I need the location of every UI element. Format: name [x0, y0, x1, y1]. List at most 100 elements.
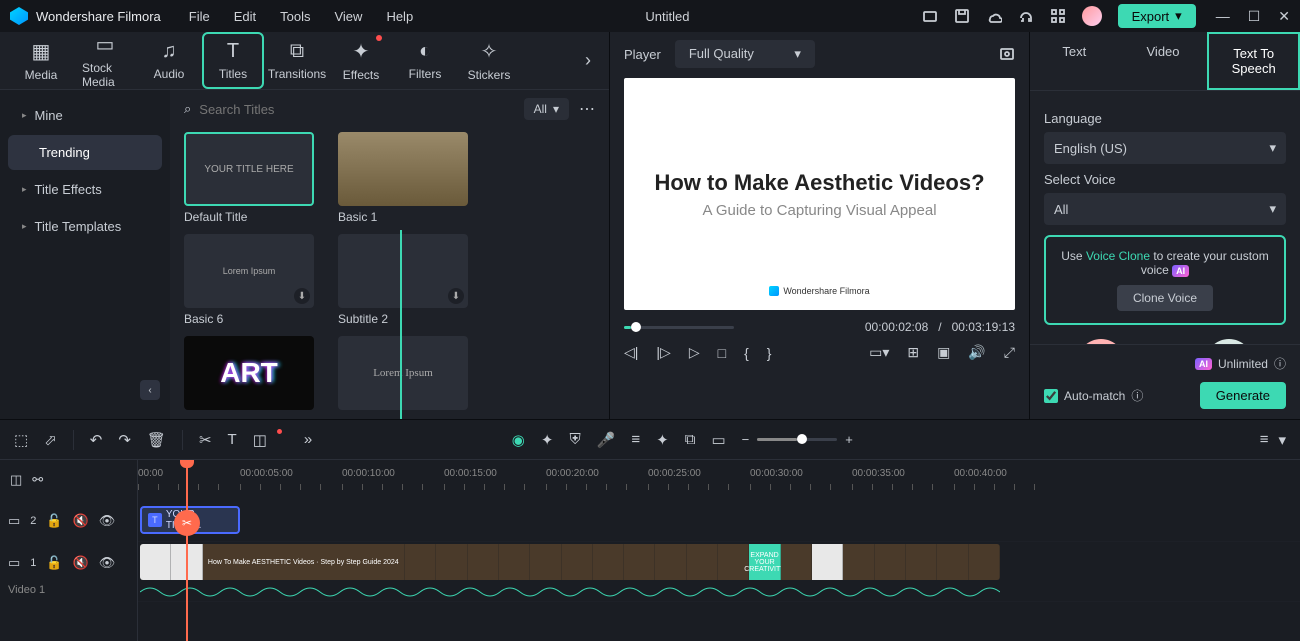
apps-icon[interactable] [1050, 8, 1066, 24]
tab-text[interactable]: Text [1030, 32, 1119, 90]
tab-filters[interactable]: ◐Filters [394, 34, 456, 87]
time-ruler[interactable]: 00:0000:00:05:0000:00:10:0000:00:15:0000… [138, 460, 1300, 500]
headphones-icon[interactable] [1018, 8, 1034, 24]
tile-subtitle2[interactable]: ⬇ Subtitle 2 [338, 234, 468, 326]
close-button[interactable]: ✕ [1278, 8, 1290, 25]
camera-button[interactable]: ▣ [937, 344, 950, 361]
cut-indicator[interactable]: ✂ [174, 510, 200, 536]
sparkle-tool[interactable]: ✦ [541, 431, 554, 449]
scrub-handle[interactable] [631, 322, 641, 332]
mute-icon[interactable]: 🔇 [73, 555, 89, 571]
snap-button[interactable]: ◫ [10, 472, 22, 488]
sidebar-collapse-button[interactable]: ‹ [140, 380, 160, 400]
filter-dropdown[interactable]: All▾ [524, 98, 569, 120]
next-frame-button[interactable]: |▷ [656, 344, 670, 361]
mark-out-button[interactable]: } [767, 345, 772, 361]
minimize-button[interactable]: ― [1216, 8, 1230, 25]
more-tabs-button[interactable]: › [577, 50, 599, 71]
track-1[interactable]: How To Make AESTHETIC Videos · Step by S… [138, 542, 1300, 602]
mark-in-button[interactable]: { [744, 345, 749, 361]
menu-file[interactable]: File [189, 9, 210, 24]
voice-filter-dropdown[interactable]: All▾ [1044, 193, 1286, 225]
redo-button[interactable]: ↷ [118, 431, 131, 449]
timeline-tracks[interactable]: 00:0000:00:05:0000:00:10:0000:00:15:0000… [138, 460, 1300, 641]
sidebar-item-mine[interactable]: ▸Mine [8, 98, 162, 133]
link-button[interactable]: ⚯ [32, 472, 43, 488]
volume-button[interactable]: 🔊 [968, 344, 985, 361]
marker-tool[interactable]: ✦ [656, 431, 669, 449]
export-button[interactable]: Export ▾ [1118, 4, 1196, 28]
prev-frame-button[interactable]: ◁| [624, 344, 638, 361]
undo-button[interactable]: ↶ [90, 431, 103, 449]
ai-tool[interactable]: ◉ [512, 431, 525, 449]
group-tool[interactable]: ⧉ [685, 431, 696, 448]
video-clip[interactable]: How To Make AESTHETIC Videos · Step by S… [140, 544, 1000, 580]
stop-button[interactable]: □ [718, 345, 726, 361]
user-avatar[interactable] [1082, 6, 1102, 26]
playhead[interactable] [186, 460, 188, 641]
tile-basic1[interactable]: Basic 1 [338, 132, 468, 224]
tile-default-title[interactable]: YOUR TITLE HERE Default Title [184, 132, 314, 224]
tab-text-to-speech[interactable]: Text To Speech [1207, 32, 1300, 90]
more-options-button[interactable]: ⋯ [579, 99, 595, 119]
select-tool[interactable]: ⬀ [44, 431, 57, 449]
pointer-tool[interactable]: ⬚ [14, 431, 28, 449]
ratio-button[interactable]: ▭▾ [869, 344, 889, 361]
screen-icon[interactable] [922, 8, 938, 24]
play-button[interactable]: ▷ [689, 344, 700, 361]
tile-basic6[interactable]: Lorem Ipsum⬇ Basic 6 [184, 234, 314, 326]
quality-dropdown[interactable]: Full Quality▾ [675, 40, 815, 68]
frame-tool[interactable]: ▭ [711, 431, 725, 449]
language-dropdown[interactable]: English (US)▾ [1044, 132, 1286, 164]
tab-effects[interactable]: ✦Effects [330, 33, 392, 88]
track-2[interactable]: T YOUR TITLE... [138, 500, 1300, 542]
shield-tool[interactable]: ⛨ [569, 431, 580, 448]
scrub-track[interactable] [624, 326, 734, 329]
lock-icon[interactable]: 🔓 [46, 555, 62, 571]
mute-icon[interactable]: 🔇 [73, 513, 89, 529]
zoom-slider[interactable] [757, 438, 837, 441]
tab-titles[interactable]: TTitles [202, 32, 264, 89]
tab-video[interactable]: Video [1119, 32, 1208, 90]
generate-button[interactable]: Generate [1200, 382, 1286, 409]
tile-art[interactable]: ART [184, 336, 314, 410]
menu-tools[interactable]: Tools [280, 9, 310, 24]
search-input[interactable] [199, 102, 399, 117]
clone-voice-button[interactable]: Clone Voice [1117, 285, 1213, 311]
tab-media[interactable]: ▦Media [10, 33, 72, 88]
tab-stickers[interactable]: ✧Stickers [458, 33, 520, 88]
zoom-handle[interactable] [797, 434, 807, 444]
tab-stock-media[interactable]: ▭Stock Media [74, 26, 136, 95]
display-button[interactable]: ⊞ [907, 344, 919, 361]
download-icon[interactable]: ⬇ [294, 288, 310, 304]
sidebar-item-trending[interactable]: Trending [8, 135, 162, 170]
lock-icon[interactable]: 🔓 [46, 513, 62, 529]
track-settings-button[interactable]: ▾ [1278, 431, 1286, 449]
help-icon[interactable]: ⓘ [1274, 355, 1286, 372]
caption-tool[interactable]: ≡ [631, 431, 640, 448]
visibility-icon[interactable]: 👁 [99, 513, 116, 529]
cloud-icon[interactable] [986, 8, 1002, 24]
automatch-checkbox[interactable]: Auto-matchⓘ [1044, 387, 1143, 404]
tab-transitions[interactable]: ⧉Transitions [266, 34, 328, 87]
delete-button[interactable]: 🗑 [147, 431, 166, 449]
menu-view[interactable]: View [334, 9, 362, 24]
menu-help[interactable]: Help [386, 9, 413, 24]
mic-tool[interactable]: 🎤 [597, 431, 616, 449]
more-tools[interactable]: » [304, 431, 312, 448]
cut-tool[interactable]: ✂ [199, 431, 212, 449]
fullscreen-button[interactable]: ⤢ [1004, 344, 1015, 361]
sidebar-item-title-effects[interactable]: ▸Title Effects [8, 172, 162, 207]
save-icon[interactable] [954, 8, 970, 24]
help-icon[interactable]: ⓘ [1131, 387, 1143, 404]
tab-audio[interactable]: ♫Audio [138, 34, 200, 87]
sidebar-item-title-templates[interactable]: ▸Title Templates [8, 209, 162, 244]
zoom-out-button[interactable]: − [742, 432, 750, 447]
visibility-icon[interactable]: 👁 [99, 555, 116, 571]
voice-clone-link[interactable]: Voice Clone [1086, 249, 1150, 263]
maximize-button[interactable]: ☐ [1248, 8, 1261, 25]
preview-canvas[interactable]: How to Make Aesthetic Videos? A Guide to… [624, 78, 1015, 310]
text-tool[interactable]: T [228, 431, 237, 448]
download-icon[interactable]: ⬇ [448, 288, 464, 304]
crop-tool[interactable]: ◫ [253, 431, 267, 449]
